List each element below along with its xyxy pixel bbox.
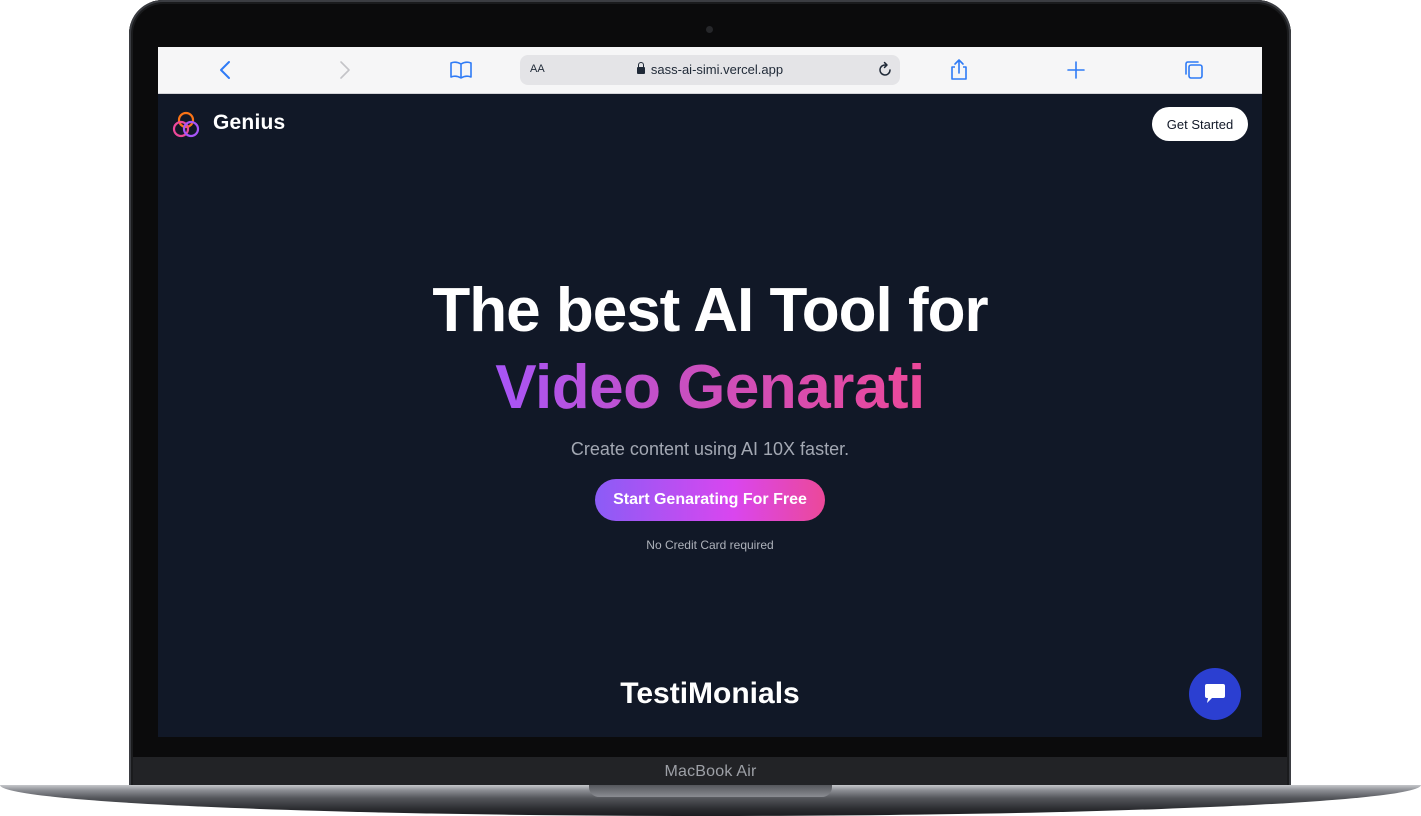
no-credit-card-note: No Credit Card required	[646, 538, 774, 552]
address-bar[interactable]: AA sass-ai-simi.vercel.app	[520, 55, 900, 85]
tabs-icon[interactable]	[1182, 58, 1206, 82]
hero-headline: The best AI Tool for	[432, 276, 988, 345]
get-started-button[interactable]: Get Started	[1152, 107, 1248, 141]
hero-subtitle: Create content using AI 10X faster.	[570, 439, 850, 459]
chat-icon	[1205, 684, 1225, 703]
laptop-notch	[589, 785, 832, 797]
browser-toolbar: AA sass-ai-simi.vercel.app	[158, 47, 1262, 94]
lock-icon	[636, 62, 645, 74]
reload-icon[interactable]	[875, 60, 895, 80]
back-icon[interactable]	[214, 58, 238, 82]
brand-name[interactable]: Genius	[213, 111, 285, 135]
testimonials-heading: TestiMonials	[620, 677, 800, 710]
share-icon[interactable]	[947, 58, 971, 82]
start-generating-button[interactable]: Start Genarating For Free	[595, 479, 825, 521]
forward-icon[interactable]	[332, 58, 356, 82]
device-label: MacBook Air	[664, 763, 757, 780]
new-tab-icon[interactable]	[1064, 58, 1088, 82]
camera-icon	[706, 26, 713, 33]
url-text: sass-ai-simi.vercel.app	[650, 62, 784, 77]
hero-typing-text: Video Genarati	[158, 352, 1262, 423]
bookmarks-icon[interactable]	[449, 58, 473, 82]
logo-icon[interactable]	[171, 110, 201, 140]
chat-button[interactable]	[1189, 668, 1241, 720]
typing-text: Video Genarati	[495, 353, 925, 422]
screen: AA sass-ai-simi.vercel.app Genius Get St…	[158, 47, 1262, 737]
